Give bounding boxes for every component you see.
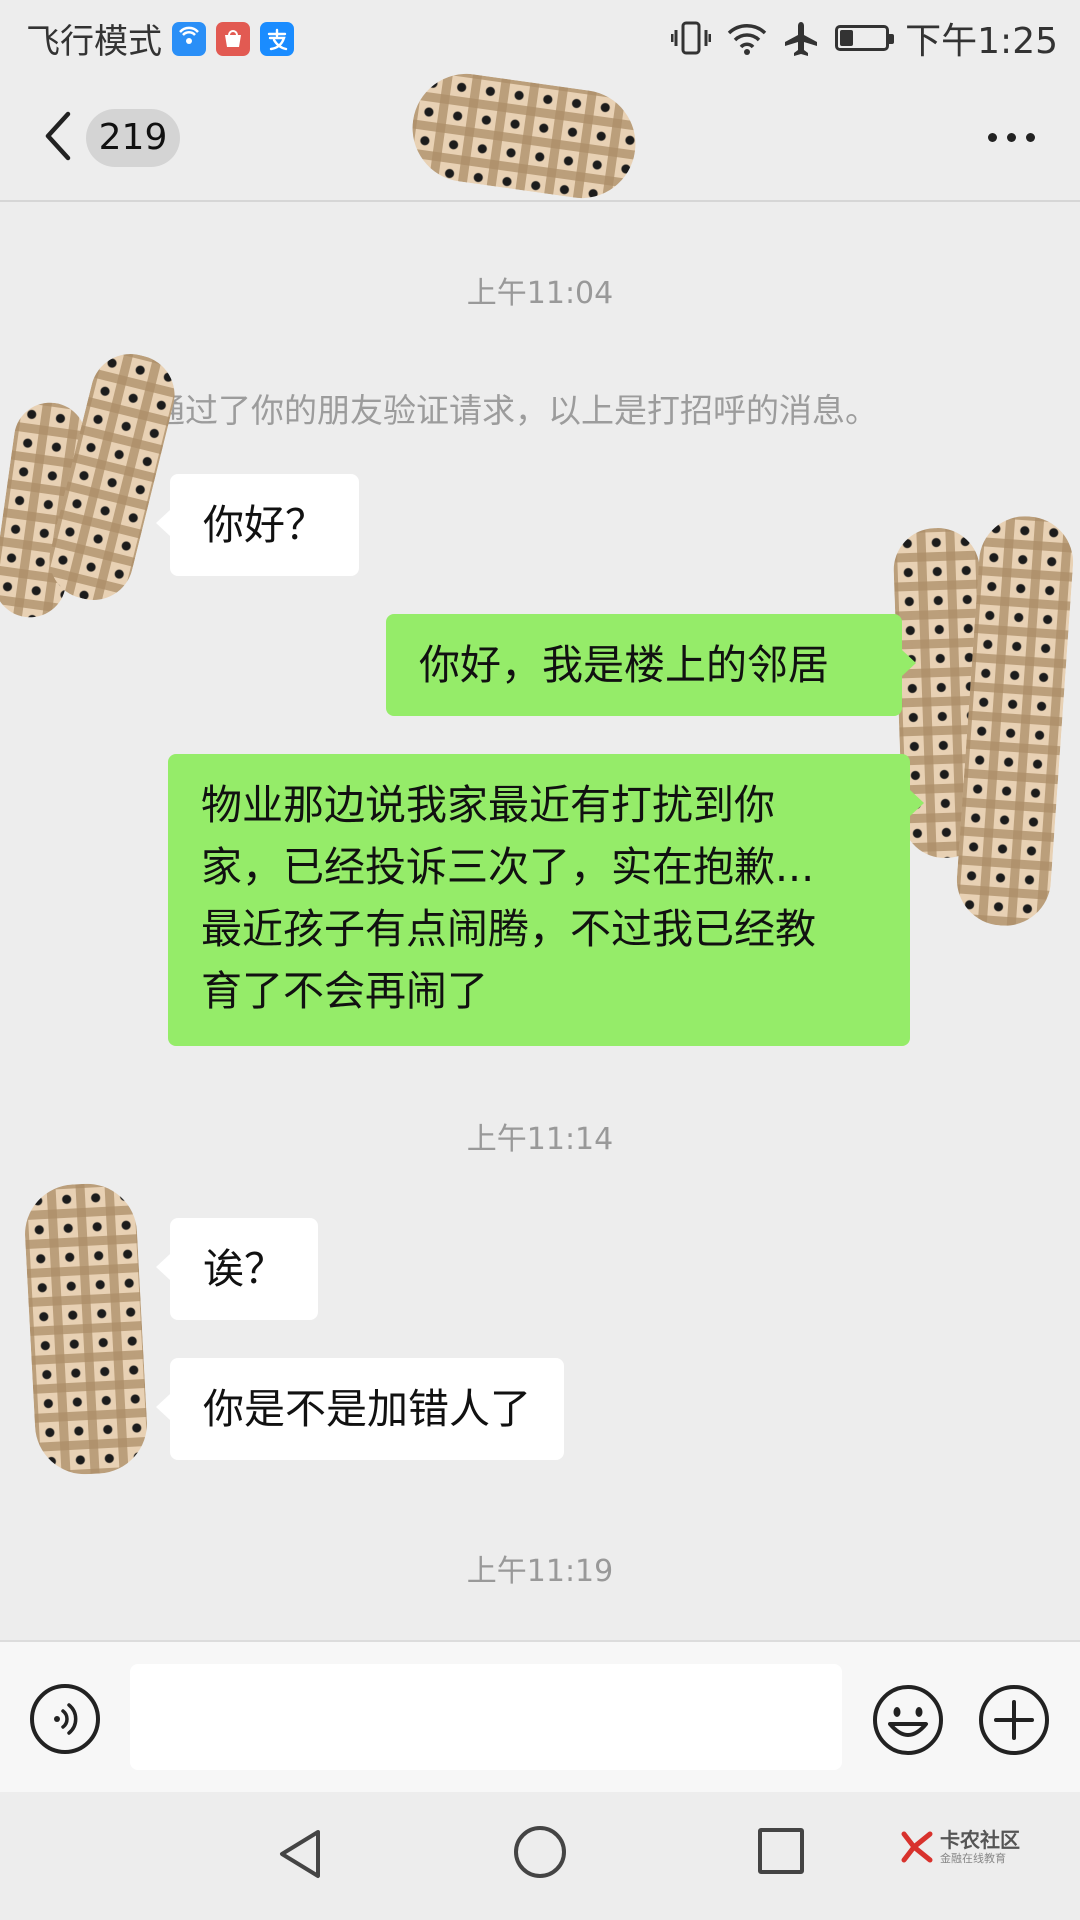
airplane-mode-label: 飞行模式 (26, 22, 162, 62)
message-line: 物业那边说我家最近有打扰到你 (201, 781, 775, 829)
emoji-icon[interactable] (872, 1684, 944, 1756)
incoming-message[interactable]: 你是不是加错人了 (156, 1358, 564, 1460)
voice-input-button[interactable] (30, 1684, 100, 1754)
back-arrow-icon[interactable] (38, 106, 78, 166)
incoming-message[interactable]: 你好？ (156, 474, 359, 576)
timestamp: 上午11:19 (466, 1554, 614, 1589)
huawei-store-app-icon (216, 21, 250, 56)
chat-header: 219 (0, 66, 1080, 206)
system-nav-bar: 卡农社区 金融在线教育 (0, 1792, 1080, 1920)
incoming-message[interactable]: 诶？ (156, 1218, 318, 1320)
alipay-app-icon (260, 21, 294, 56)
watermark: 卡农社区 金融在线教育 (900, 1830, 1020, 1864)
input-bar (0, 1640, 1080, 1792)
vibrate-icon (671, 21, 712, 55)
watermark-subtitle: 金融在线教育 (940, 1852, 1006, 1865)
watermark-logo-icon (901, 1831, 933, 1863)
contact-avatar[interactable] (22, 1181, 150, 1477)
system-message: 通过了你的朋友验证请求，以上是打招呼的消息。 (152, 391, 878, 430)
plus-icon[interactable] (978, 1684, 1050, 1756)
status-bar: 飞行模式 下午1:25 (0, 0, 1080, 76)
outgoing-message[interactable]: 物业那边说我家最近有打扰到你 家，已经投诉三次了，实在抱歉... 最近孩子有点闹… (168, 754, 924, 1046)
contact-name-mask (405, 66, 643, 206)
wifi-hotspot-app-icon (172, 21, 206, 56)
nav-home-icon[interactable] (514, 1826, 566, 1878)
message-input[interactable] (130, 1664, 842, 1770)
unread-count-badge[interactable]: 219 (86, 109, 180, 167)
status-left: 飞行模式 (26, 14, 294, 63)
message-line: 家，已经投诉三次了，实在抱歉... (201, 843, 815, 891)
message-line: 最近孩子有点闹腾，不过我已经教 (201, 905, 816, 953)
watermark-title: 卡农社区 (940, 1828, 1020, 1852)
more-options-icon[interactable] (978, 122, 1044, 152)
status-right: 下午1:25 (671, 12, 1058, 64)
battery-level (840, 30, 854, 46)
battery-icon (835, 25, 895, 51)
wifi-icon (727, 24, 767, 55)
timestamp: 上午11:14 (466, 1122, 614, 1157)
airplane-icon (785, 22, 818, 56)
voice-icon (54, 1703, 78, 1735)
message-line: 育了不会再闹了 (201, 967, 488, 1015)
nav-back-icon[interactable] (276, 1828, 324, 1880)
clock: 下午1:25 (905, 21, 1058, 62)
nav-recent-apps-icon[interactable] (758, 1828, 804, 1874)
outgoing-message[interactable]: 你好，我是楼上的邻居 (386, 614, 916, 716)
timestamp: 上午11:04 (466, 276, 614, 311)
